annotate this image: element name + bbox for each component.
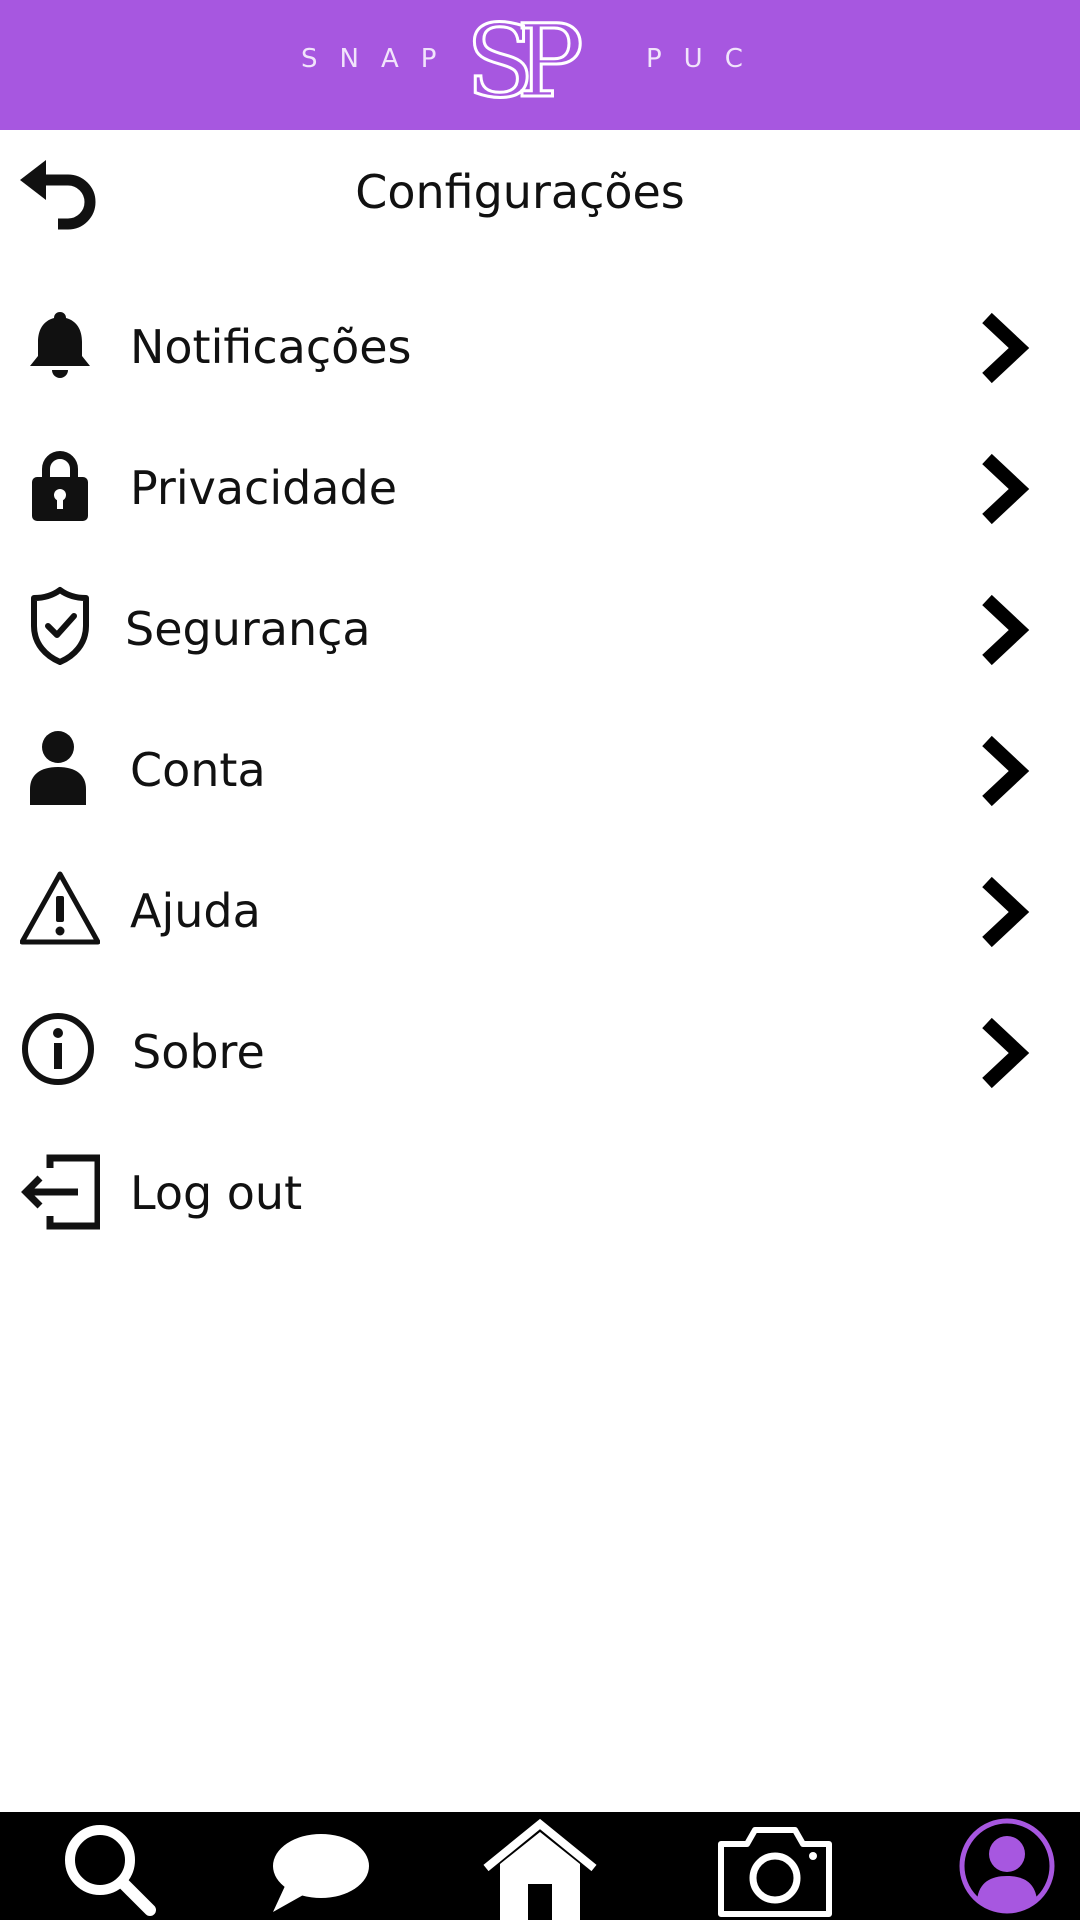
search-icon xyxy=(65,1825,156,1916)
menu-item-label: Ajuda xyxy=(130,884,261,938)
brand-name-right: PUC xyxy=(646,44,765,74)
menu-item-label: Privacidade xyxy=(130,461,397,515)
bell-icon xyxy=(30,312,90,378)
bottom-nav xyxy=(0,1812,1080,1920)
chat-icon xyxy=(273,1834,369,1912)
nav-chat-button[interactable] xyxy=(245,1812,385,1920)
nav-home-button[interactable] xyxy=(470,1812,610,1920)
nav-profile-button[interactable] xyxy=(935,1812,1075,1920)
warning-icon xyxy=(20,871,100,945)
menu-item-label: Sobre xyxy=(132,1025,265,1079)
menu-item-privacidade[interactable]: Privacidade xyxy=(0,425,1080,545)
menu-item-notificacoes[interactable]: Notificações xyxy=(0,284,1080,404)
brand-name-left: SNAP xyxy=(301,44,459,74)
menu-item-sobre[interactable]: Sobre xyxy=(0,989,1080,1109)
logout-icon xyxy=(21,1154,100,1230)
person-icon xyxy=(30,731,86,805)
nav-search-button[interactable] xyxy=(40,1812,180,1920)
chevron-right-icon[interactable] xyxy=(975,874,1035,950)
home-icon xyxy=(483,1818,597,1920)
info-icon xyxy=(22,1013,94,1085)
chevron-right-icon[interactable] xyxy=(975,592,1035,668)
brand-logo-icon: SP xyxy=(470,8,600,118)
svg-text:SP: SP xyxy=(470,8,581,118)
profile-icon xyxy=(959,1818,1055,1914)
chevron-right-icon[interactable] xyxy=(975,310,1035,386)
menu-item-label: Notificações xyxy=(130,320,412,374)
shield-check-icon xyxy=(31,587,89,665)
chevron-right-icon[interactable] xyxy=(975,733,1035,809)
menu-item-seguranca[interactable]: Segurança xyxy=(0,566,1080,686)
menu-item-label: Segurança xyxy=(125,602,371,656)
menu-item-ajuda[interactable]: Ajuda xyxy=(0,848,1080,968)
app-header: SNAP SP PUC xyxy=(0,0,1080,130)
chevron-right-icon[interactable] xyxy=(975,1015,1035,1091)
menu-item-logout[interactable]: Log out xyxy=(0,1130,1080,1250)
menu-item-label: Conta xyxy=(130,743,266,797)
menu-item-conta[interactable]: Conta xyxy=(0,707,1080,827)
lock-icon xyxy=(32,451,88,521)
nav-camera-button[interactable] xyxy=(700,1812,840,1920)
chevron-right-icon[interactable] xyxy=(975,451,1035,527)
camera-icon xyxy=(718,1827,832,1917)
page-title: Configurações xyxy=(355,165,685,219)
menu-item-label: Log out xyxy=(130,1166,303,1220)
